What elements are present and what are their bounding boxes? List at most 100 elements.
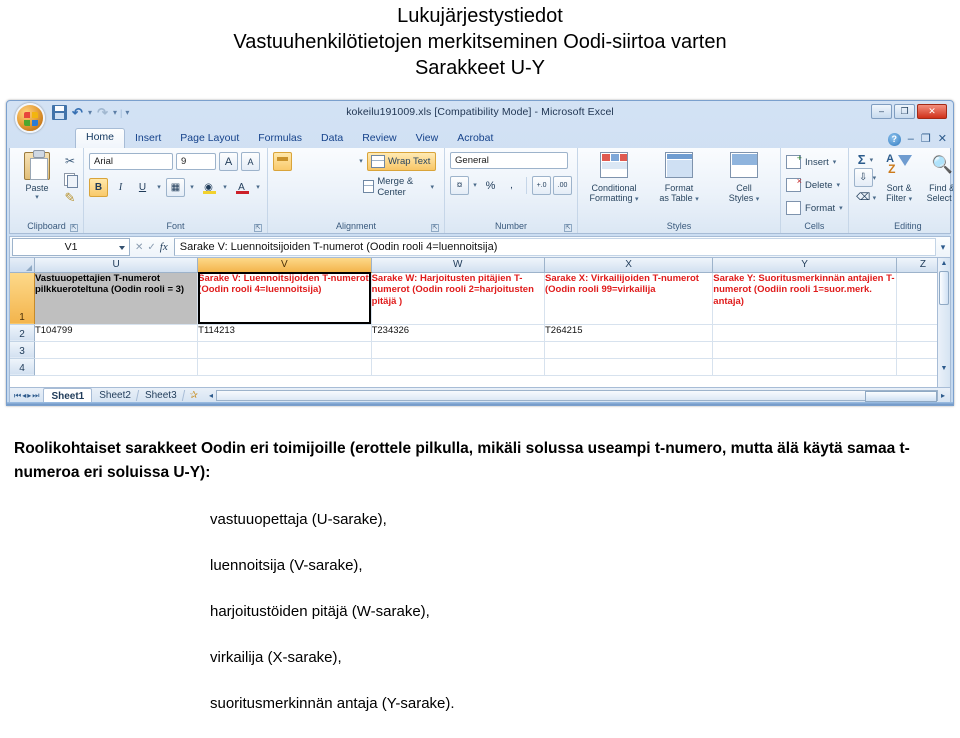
grow-font-icon[interactable]: A — [219, 152, 238, 171]
minimize-ribbon-icon[interactable]: – — [908, 134, 914, 145]
italic-button[interactable]: I — [111, 178, 130, 197]
autosum-icon[interactable]: Σ — [854, 152, 870, 167]
tab-acrobat[interactable]: Acrobat — [448, 130, 502, 148]
column-header-y[interactable]: Y — [712, 258, 897, 273]
expand-formula-bar-icon[interactable]: ▾ — [936, 242, 950, 253]
format-cells-button[interactable]: Format ▾ — [786, 198, 843, 218]
column-header-x[interactable]: X — [544, 258, 714, 273]
format-as-table-button[interactable]: Format as Table ▾ — [648, 152, 710, 205]
vertical-scroll-thumb[interactable] — [939, 271, 949, 305]
row-header-2[interactable]: 2 — [10, 324, 35, 342]
font-color-icon[interactable]: A — [232, 178, 251, 197]
merge-and-center-button[interactable]: Merge & Center ▾ — [359, 176, 439, 198]
formula-input[interactable]: Sarake V: Luennoitsijoiden T-numerot (Oo… — [173, 238, 936, 256]
underline-button[interactable]: U — [133, 178, 152, 197]
underline-dropdown-icon[interactable]: ▾ — [155, 179, 163, 197]
sort-and-filter-button[interactable]: AZ Sort & Filter ▾ — [879, 152, 919, 205]
accounting-format-icon[interactable]: ¤ — [450, 176, 470, 195]
paste-button[interactable]: Paste ▾ — [15, 150, 59, 201]
alignment-dialog-launcher[interactable]: ⇱ — [431, 224, 440, 232]
cell-x3[interactable] — [544, 341, 714, 359]
cell-styles-button[interactable]: Cell Styles ▾ — [713, 152, 775, 205]
fill-color-dropdown-icon[interactable]: ▾ — [221, 179, 229, 197]
insert-dropdown-icon[interactable]: ▾ — [833, 158, 837, 166]
sheet-tab-sheet1[interactable]: Sheet1 — [43, 387, 93, 404]
font-dialog-launcher[interactable]: ⇱ — [254, 224, 262, 232]
help-icon[interactable]: ? — [887, 133, 901, 146]
insert-worksheet-icon[interactable]: ✰ — [184, 390, 204, 401]
conditional-formatting-dropdown-icon[interactable]: ▾ — [635, 196, 639, 203]
hscroll-left-icon[interactable]: ◂ — [206, 391, 216, 400]
select-all-corner[interactable] — [10, 258, 35, 273]
row-header-1[interactable]: 1 — [10, 272, 35, 325]
column-header-v[interactable]: V — [197, 258, 372, 273]
minimize-button[interactable]: – — [871, 104, 892, 119]
redo-icon[interactable]: ↷ — [95, 105, 110, 120]
cell-w3[interactable] — [371, 341, 545, 359]
align-top-icon[interactable] — [273, 152, 292, 171]
column-header-u[interactable]: U — [34, 258, 199, 273]
cell-styles-dropdown-icon[interactable]: ▾ — [756, 196, 760, 203]
copy-icon[interactable] — [62, 172, 78, 188]
cell-y3[interactable] — [712, 341, 897, 359]
enter-entry-icon[interactable]: ✓ — [147, 242, 155, 253]
horizontal-scrollbar[interactable]: ◂ ▸ — [206, 390, 948, 402]
increase-indent-icon[interactable] — [342, 177, 357, 196]
comma-style-icon[interactable]: , — [502, 176, 521, 195]
percent-style-icon[interactable]: % — [481, 176, 500, 195]
orientation-dropdown-icon[interactable]: ▾ — [357, 153, 365, 171]
shrink-font-icon[interactable]: A — [241, 152, 260, 171]
customize-qat-icon[interactable]: ▾ — [125, 108, 129, 117]
cancel-entry-icon[interactable]: ✕ — [135, 242, 143, 253]
tab-insert[interactable]: Insert — [126, 130, 170, 148]
borders-dropdown-icon[interactable]: ▾ — [188, 179, 196, 197]
cell-v3[interactable] — [197, 341, 372, 359]
cell-v2[interactable]: T114213 — [197, 324, 372, 342]
tab-review[interactable]: Review — [353, 130, 405, 148]
vertical-scrollbar[interactable]: ▲ ▼ — [937, 258, 950, 387]
cell-u3[interactable] — [34, 341, 199, 359]
insert-function-icon[interactable]: fx — [160, 241, 168, 253]
delete-dropdown-icon[interactable]: ▾ — [837, 181, 841, 189]
clipboard-dialog-launcher[interactable]: ⇱ — [70, 224, 78, 232]
cell-u2[interactable]: T104799 — [34, 324, 199, 342]
close-window-icon[interactable]: ✕ — [938, 134, 947, 145]
clear-icon[interactable]: ⌫ — [854, 188, 873, 207]
last-sheet-icon[interactable]: ⏭ — [32, 391, 39, 401]
format-dropdown-icon[interactable]: ▾ — [839, 204, 843, 212]
sheet-tab-sheet2[interactable]: Sheet2 — [92, 388, 138, 403]
format-painter-icon[interactable] — [62, 190, 78, 205]
sheet-tab-sheet3[interactable]: Sheet3 — [138, 388, 184, 403]
restore-window-icon[interactable]: ❐ — [921, 134, 931, 145]
cell-x4[interactable] — [544, 358, 714, 376]
row-header-3[interactable]: 3 — [10, 341, 35, 359]
next-sheet-icon[interactable]: ▸ — [27, 391, 31, 401]
first-sheet-icon[interactable]: ⏮ — [14, 391, 21, 401]
paste-dropdown-icon[interactable]: ▾ — [35, 193, 39, 201]
clear-dropdown-icon[interactable]: ▾ — [873, 194, 877, 202]
decrease-decimal-icon[interactable]: .00 — [553, 176, 573, 195]
undo-dropdown-icon[interactable]: ▾ — [88, 108, 92, 117]
sort-filter-dropdown-icon[interactable]: ▾ — [909, 196, 913, 203]
name-box[interactable]: V1 — [12, 238, 130, 256]
borders-icon[interactable]: ▦ — [166, 178, 185, 197]
cut-icon[interactable] — [62, 154, 78, 169]
scroll-down-icon[interactable]: ▼ — [938, 363, 950, 375]
align-center-icon[interactable] — [290, 177, 305, 196]
cell-w1[interactable]: Sarake W: Harjoitusten pitäjien T-numero… — [371, 272, 545, 325]
close-button[interactable]: ✕ — [917, 104, 947, 119]
office-button-icon[interactable] — [15, 103, 45, 133]
cell-x1[interactable]: Sarake X: Virkailijoiden T-numerot (Oodi… — [544, 272, 714, 325]
cell-w2[interactable]: T234326 — [371, 324, 545, 342]
cell-y4[interactable] — [712, 358, 897, 376]
scroll-up-icon[interactable]: ▲ — [938, 258, 950, 270]
fill-icon[interactable]: ⇩ — [853, 168, 873, 187]
cell-v1[interactable]: Sarake V: Luennoitsijoiden T-numerot (Oo… — [197, 272, 372, 325]
fill-dropdown-icon[interactable]: ▾ — [873, 174, 877, 182]
tab-formulas[interactable]: Formulas — [249, 130, 311, 148]
align-left-icon[interactable] — [273, 177, 288, 196]
tab-home[interactable]: Home — [75, 128, 126, 148]
number-dialog-launcher[interactable]: ⇱ — [564, 224, 573, 232]
insert-cells-button[interactable]: Insert ▾ — [786, 152, 836, 172]
font-name-combo[interactable]: Arial — [89, 153, 173, 170]
